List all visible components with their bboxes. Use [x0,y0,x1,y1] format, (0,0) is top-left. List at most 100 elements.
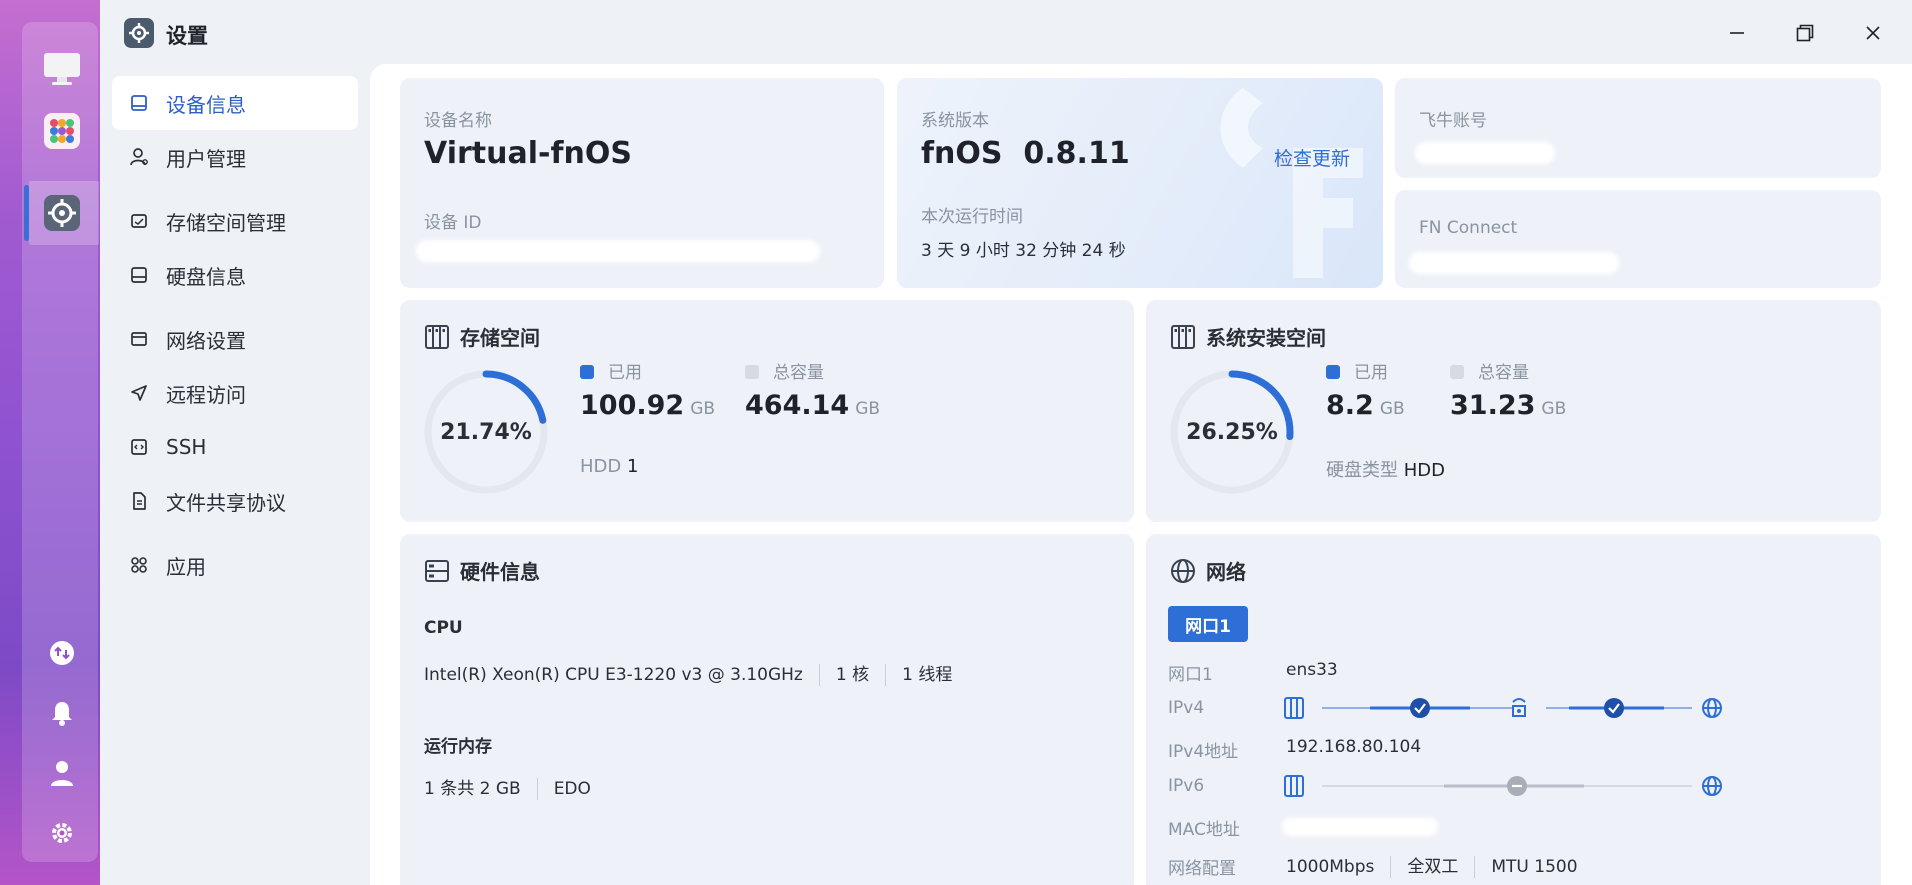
disk-type-value: HDD [1403,460,1445,481]
check-update-link[interactable]: 检查更新 [1274,144,1350,171]
sidebar-item-apps[interactable]: 应用 [112,538,358,592]
device-id-label: 设备 ID [424,213,482,233]
storage-space-card: 存储空间 21.74% 已用 100.92 GB 总容量 464.14 GB HDD… [400,300,1134,522]
storage-percent: 21.74% [440,419,532,445]
memory-size: 1 条共 2 GB [424,779,521,799]
sys-total-value: 31.23 GB [1450,390,1566,421]
notification-bell-icon[interactable] [39,690,85,736]
total-legend-label: 总容量 [773,363,824,383]
sidebar-item-label: 网络设置 [166,328,246,353]
system-install-title-text: 系统安装空间 [1206,326,1326,350]
desktop-dock [0,0,100,885]
sys-used-number: 8.2 [1326,390,1374,421]
port-value: ens33 [1286,660,1338,680]
sidebar-item-label: 存储空间管理 [166,210,286,235]
cpu-label: CPU [424,618,463,638]
hardware-icon [425,559,449,582]
system-version-label: 系统版本 [921,111,989,131]
close-button[interactable] [1856,16,1890,50]
uptime-value: 3 天 9 小时 32 分钟 24 秒 [921,241,1126,261]
storage-rack-icon [425,324,449,349]
fn-connect-label: FN Connect [1419,218,1518,238]
disk-type-label: 硬盘类型 [1326,460,1398,481]
window-title: 设置 [166,24,208,48]
separator [885,664,887,686]
network-config-value: 1000Mbps 全双工 MTU 1500 [1286,852,1578,878]
send-icon [128,382,150,404]
hdd-label: HDD [580,456,622,477]
sidebar-item-remote-access[interactable]: 远程访问 [112,366,358,420]
user-profile-icon[interactable] [39,750,85,796]
cpu-cores: 1 核 [835,665,870,685]
desktop-monitor-icon[interactable] [39,46,85,92]
ipv4-label: IPv4 [1168,698,1205,718]
tab-port-1[interactable]: 网口1 [1168,606,1248,642]
hardware-title: 硬件信息 [424,556,540,585]
account-redacted [1415,142,1555,164]
app-center-icon[interactable] [39,108,85,154]
storage-total-value: 464.14 GB [745,390,880,421]
storage-used-value: 100.92 GB [580,390,715,421]
file-icon [128,490,150,512]
hardware-title-text: 硬件信息 [460,560,540,584]
system-install-percent: 26.25% [1186,419,1278,445]
ipv6-connection-diagram [1284,775,1722,797]
storage-used-unit: GB [690,399,716,419]
sidebar-item-label: 设备信息 [166,92,246,117]
storage-title: 存储空间 [424,322,540,351]
sidebar-item-file-sharing[interactable]: 文件共享协议 [112,474,358,528]
sidebar-item-network-settings[interactable]: 网络设置 [112,312,358,366]
used-legend-swatch [580,365,594,379]
sidebar-item-label: 应用 [166,554,206,579]
settings-app-icon[interactable] [39,190,85,236]
sidebar-item-disk-info[interactable]: 硬盘信息 [112,248,358,302]
settings-window: 设置 设备信息 用户管理 存储空间管理 硬盘信息 网络设置 远程访问 SSH 文… [100,0,1912,885]
storage-rack-icon [1171,324,1195,349]
sidebar-item-label: SSH [166,435,207,459]
minimize-button[interactable] [1720,16,1754,50]
storage-title-text: 存储空间 [460,326,540,350]
sidebar-item-label: 文件共享协议 [166,490,286,515]
ipv6-label: IPv6 [1168,776,1205,796]
gear-icon[interactable] [39,810,85,856]
hardware-info-card: 硬件信息 CPU Intel(R) Xeon(R) CPU E3-1220 v3… [400,534,1134,885]
used-legend-label: 已用 [608,363,642,383]
system-version-value: fnOS 0.8.11 [921,136,1130,171]
sys-used-value: 8.2 GB [1326,390,1405,421]
sidebar-item-ssh[interactable]: SSH [112,420,358,474]
title-bar: 设置 [100,0,1912,64]
settings-sidebar: 设备信息 用户管理 存储空间管理 硬盘信息 网络设置 远程访问 SSH 文件共享… [100,64,370,885]
storage-icon [128,210,150,232]
system-install-space-card: 系统安装空间 26.25% 已用 8.2 GB 总容量 31.23 GB 硬盘类型 … [1146,300,1881,522]
mac-address-redacted [1282,818,1438,836]
network-config-label: 网络配置 [1168,859,1236,879]
sidebar-item-user-management[interactable]: 用户管理 [112,130,358,184]
storage-used-number: 100.92 [580,390,685,421]
sidebar-item-device-info[interactable]: 设备信息 [112,76,358,130]
storage-total-number: 464.14 [745,390,850,421]
fn-connect-redacted [1409,252,1619,274]
mac-address-label: MAC地址 [1168,820,1240,840]
apps-icon [128,554,150,576]
sidebar-item-label: 远程访问 [166,382,246,407]
memory-details: 1 条共 2 GB EDO [424,774,591,800]
transfer-icon[interactable] [39,630,85,676]
network-title: 网络 [1170,556,1246,585]
used-legend-swatch [1326,365,1340,379]
separator [536,778,538,800]
total-legend-swatch [745,365,759,379]
total-legend-swatch [1450,365,1464,379]
sidebar-item-label: 用户管理 [166,146,246,171]
device-name-value: Virtual-fnOS [424,136,632,171]
sys-used-unit: GB [1379,399,1405,419]
fnos-logo-watermark [1220,88,1363,278]
device-info-panel: 设备名称 Virtual-fnOS 设备 ID 系统版本 fnOS 0.8.11… [370,64,1912,885]
memory-type: EDO [553,779,591,799]
feiniu-account-card: 飞牛账号 [1395,78,1881,178]
sidebar-item-storage-management[interactable]: 存储空间管理 [112,194,358,248]
maximize-button[interactable] [1788,16,1822,50]
cpu-threads: 1 线程 [902,665,953,685]
port-label: 网口1 [1168,665,1213,685]
account-label: 飞牛账号 [1419,111,1487,131]
sidebar-item-label: 硬盘信息 [166,264,246,289]
